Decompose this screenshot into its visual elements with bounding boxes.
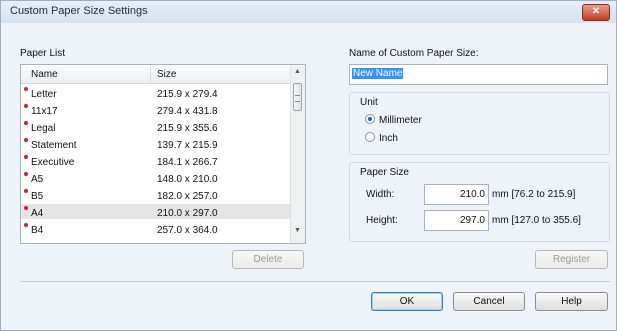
paper-name: A5 <box>31 174 44 185</box>
height-range-text: mm [127.0 to 355.6] <box>492 215 581 226</box>
paper-list-header: Name Size <box>21 65 291 84</box>
paper-list-row[interactable]: 11x17 279.4 x 431.8 <box>21 102 291 117</box>
scroll-grip-icon <box>295 95 300 102</box>
required-marker-icon <box>24 138 28 142</box>
paper-list-row[interactable]: Statement 139.7 x 215.9 <box>21 136 291 151</box>
scroll-up-icon[interactable]: ▲ <box>294 68 301 75</box>
paper-size-value: 257.0 x 364.0 <box>157 225 218 236</box>
paper-size-value: 210.0 x 297.0 <box>157 208 218 219</box>
required-marker-icon <box>24 87 28 91</box>
unit-label: Unit <box>360 97 378 108</box>
delete-button[interactable]: Delete <box>232 250 304 269</box>
paper-list-scrollbar[interactable]: ▲ ▼ <box>290 65 305 243</box>
required-marker-icon <box>24 223 28 227</box>
inch-radio[interactable] <box>365 132 375 142</box>
divider-line <box>20 281 610 282</box>
inch-label[interactable]: Inch <box>379 133 398 144</box>
scroll-down-icon[interactable]: ▼ <box>294 227 301 234</box>
paper-name: Letter <box>31 89 57 100</box>
paper-size-value: 279.4 x 431.8 <box>157 106 218 117</box>
paper-name: A4 <box>31 208 44 219</box>
required-marker-icon <box>24 189 28 193</box>
register-button[interactable]: Register <box>535 250 608 269</box>
height-value: 297.0 <box>459 215 485 226</box>
paper-list[interactable]: Name Size Letter 215.9 x 279.4 11x17 279.4 … <box>20 64 306 244</box>
paper-size-label: Paper Size <box>360 167 409 178</box>
help-button[interactable]: Help <box>535 292 608 311</box>
name-field-label: Name of Custom Paper Size: <box>349 48 479 59</box>
cancel-button[interactable]: Cancel <box>453 292 525 311</box>
required-marker-icon <box>24 121 28 125</box>
height-input[interactable]: 297.0 <box>424 210 489 231</box>
required-marker-icon <box>24 172 28 176</box>
scroll-thumb[interactable] <box>293 83 302 111</box>
width-range-text: mm [76.2 to 215.9] <box>492 189 576 200</box>
paper-size-value: 215.9 x 355.6 <box>157 123 218 134</box>
width-label: Width: <box>366 189 395 200</box>
required-marker-icon <box>24 206 28 210</box>
paper-list-row[interactable]: B4 257.0 x 364.0 <box>21 221 291 236</box>
dialog-window: Custom Paper Size Settings ✕ Paper List … <box>0 0 617 331</box>
paper-size-value: 184.1 x 266.7 <box>157 157 218 168</box>
paper-list-row[interactable]: A4 210.0 x 297.0 <box>21 204 291 219</box>
column-separator[interactable] <box>150 65 151 83</box>
paper-list-row[interactable]: Executive 184.1 x 266.7 <box>21 153 291 168</box>
paper-list-row[interactable]: Letter 215.9 x 279.4 <box>21 85 291 100</box>
paper-size-value: 182.0 x 257.0 <box>157 191 218 202</box>
paper-name: Legal <box>31 123 56 134</box>
paper-list-row[interactable]: B5 182.0 x 257.0 <box>21 187 291 202</box>
paper-list-row[interactable]: Legal 215.9 x 355.6 <box>21 119 291 134</box>
paper-name: B4 <box>31 225 44 236</box>
paper-size-value: 215.9 x 279.4 <box>157 89 218 100</box>
paper-name: 11x17 <box>31 106 58 117</box>
close-button[interactable]: ✕ <box>582 4 610 21</box>
dialog-title: Custom Paper Size Settings <box>10 5 148 17</box>
paper-list-label: Paper List <box>20 48 66 59</box>
column-header-name[interactable]: Name <box>31 69 58 80</box>
ok-button[interactable]: OK <box>371 292 443 311</box>
paper-name: B5 <box>31 191 44 202</box>
custom-name-value: New Name <box>352 68 404 79</box>
height-label: Height: <box>366 215 398 226</box>
paper-name: Executive <box>31 157 75 168</box>
millimeter-label[interactable]: Millimeter <box>379 115 422 126</box>
millimeter-radio[interactable] <box>365 114 375 124</box>
paper-name: Statement <box>31 140 77 151</box>
column-header-size[interactable]: Size <box>157 69 176 80</box>
width-input[interactable]: 210.0 <box>424 184 489 205</box>
width-value: 210.0 <box>459 189 485 200</box>
paper-size-value: 148.0 x 210.0 <box>157 174 218 185</box>
custom-name-input[interactable]: New Name <box>349 64 608 85</box>
close-icon: ✕ <box>591 6 601 17</box>
required-marker-icon <box>24 104 28 108</box>
title-bar[interactable]: Custom Paper Size Settings ✕ <box>1 1 616 23</box>
paper-size-value: 139.7 x 215.9 <box>157 140 218 151</box>
paper-list-row[interactable]: A5 148.0 x 210.0 <box>21 170 291 185</box>
required-marker-icon <box>24 155 28 159</box>
